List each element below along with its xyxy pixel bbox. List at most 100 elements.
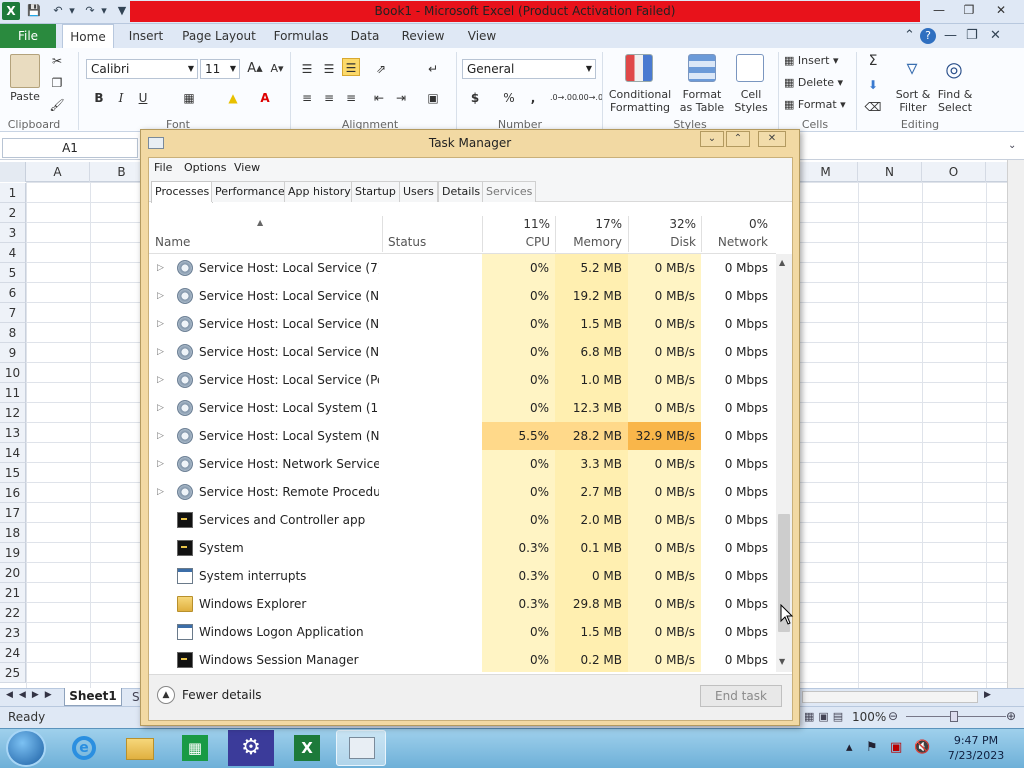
copy-icon[interactable]: ❐ <box>48 74 66 92</box>
ribbon-tab-insert[interactable]: Insert <box>122 24 170 48</box>
find-select-button[interactable]: Find & Select <box>934 88 976 114</box>
close-icon[interactable]: ✕ <box>988 1 1014 19</box>
bold-button[interactable]: B <box>90 89 108 107</box>
wb-close-icon[interactable]: ✕ <box>990 28 1001 43</box>
restore-icon[interactable]: ❐ <box>956 1 982 19</box>
taskbar-excel-icon[interactable]: X <box>282 730 332 766</box>
row-header[interactable]: 19 <box>0 543 26 563</box>
menu-options[interactable]: Options <box>184 160 226 176</box>
increase-decimal-icon[interactable]: .0→.00 <box>550 89 577 107</box>
zoom-out-icon[interactable]: ⊖ <box>888 709 898 723</box>
row-header[interactable]: 2 <box>0 203 26 223</box>
row-header[interactable]: 15 <box>0 463 26 483</box>
sheet-tab-partial[interactable]: S <box>132 690 140 704</box>
network-total[interactable]: 0% <box>702 217 768 231</box>
delete-cells-button[interactable]: ▦ Delete ▾ <box>784 76 843 89</box>
network-icon[interactable]: ▣ <box>890 740 902 755</box>
process-row[interactable]: Windows Session Manager 0% 0.2 MB 0 MB/s 0 M… <box>149 646 776 672</box>
row-header[interactable]: 5 <box>0 263 26 283</box>
process-row[interactable]: ▷ Service Host: Local System (Net... 5.5%2… <box>149 422 776 450</box>
name-box[interactable]: A1 <box>2 138 138 158</box>
orientation-icon[interactable]: ⇗ <box>372 60 390 78</box>
process-row[interactable]: ▷ Service Host: Local Service (Peer... 0%1… <box>149 366 776 394</box>
shrink-font-icon[interactable]: A▾ <box>268 60 286 78</box>
row-header[interactable]: 8 <box>0 323 26 343</box>
taskbar-ie-icon[interactable]: e <box>58 730 108 766</box>
row-header[interactable]: 4 <box>0 243 26 263</box>
column-header[interactable]: M <box>794 162 858 182</box>
row-header[interactable]: 25 <box>0 663 26 683</box>
row-header[interactable]: 13 <box>0 423 26 443</box>
expand-arrow-icon[interactable]: ▷ <box>157 310 164 338</box>
row-header[interactable]: 20 <box>0 563 26 583</box>
row-header[interactable]: 6 <box>0 283 26 303</box>
scroll-right-icon[interactable]: ▶ <box>984 690 991 700</box>
currency-button[interactable]: $ <box>466 89 484 107</box>
undo-dropdown-icon[interactable]: ▾ <box>64 3 80 19</box>
memory-total[interactable]: 17% <box>556 217 622 231</box>
tab-details[interactable]: Details <box>438 181 485 202</box>
clock[interactable]: 9:47 PM 7/23/2023 <box>946 733 1006 763</box>
decrease-indent-icon[interactable]: ⇤ <box>370 89 388 107</box>
top-align-icon[interactable]: ☰ <box>298 60 316 78</box>
ribbon-tab-view[interactable]: View <box>460 24 504 48</box>
fewer-details-icon[interactable]: ▲ <box>157 686 175 704</box>
decrease-decimal-icon[interactable]: .00→.0 <box>576 89 603 107</box>
ribbon-tab-formulas[interactable]: Formulas <box>268 24 334 48</box>
tab-services[interactable]: Services <box>482 181 537 202</box>
percent-button[interactable]: % <box>500 89 518 107</box>
zoom-slider-thumb[interactable] <box>950 711 958 722</box>
expand-formula-icon[interactable]: ⌄ <box>1008 140 1016 151</box>
col-memory[interactable]: Memory <box>556 235 622 249</box>
expand-arrow-icon[interactable]: ▷ <box>157 282 164 310</box>
excel-vertical-scrollbar[interactable] <box>1007 160 1024 688</box>
expand-arrow-icon[interactable]: ▷ <box>157 478 164 506</box>
wrap-text-icon[interactable]: ↵ <box>424 60 442 78</box>
expand-arrow-icon[interactable]: ▷ <box>157 450 164 478</box>
wb-restore-icon[interactable]: ❐ <box>966 28 978 43</box>
zoom-level[interactable]: 100% <box>852 710 886 724</box>
format-as-table-button[interactable]: Format as Table <box>674 88 730 114</box>
column-header[interactable]: O <box>922 162 986 182</box>
bottom-align-icon[interactable]: ☰ <box>342 58 360 76</box>
fewer-details-link[interactable]: Fewer details <box>182 688 262 702</box>
scroll-up-icon[interactable]: ▲ <box>779 258 785 267</box>
start-button[interactable] <box>6 729 46 767</box>
format-cells-button[interactable]: ▦ Format ▾ <box>784 98 846 111</box>
sheet-tab-sheet1[interactable]: Sheet1 <box>64 688 122 706</box>
row-header[interactable]: 18 <box>0 523 26 543</box>
increase-indent-icon[interactable]: ⇥ <box>392 89 410 107</box>
process-row[interactable]: ▷ Service Host: Local Service (No ... 0%6.… <box>149 338 776 366</box>
paste-button[interactable]: Paste <box>6 90 44 103</box>
flag-icon[interactable]: ⚑ <box>866 740 878 755</box>
conditional-formatting-button[interactable]: Conditional Formatting <box>606 88 674 114</box>
tab-processes[interactable]: Processes <box>151 181 214 203</box>
row-header[interactable]: 10 <box>0 363 26 383</box>
tm-maximize-icon[interactable]: ⌃ <box>726 131 750 147</box>
font-name-select[interactable]: Calibri ▼ <box>86 59 198 79</box>
ribbon-tab-home[interactable]: Home <box>62 24 114 48</box>
col-name[interactable]: Name <box>155 235 190 249</box>
tm-minimize-icon[interactable]: ⌄ <box>700 131 724 147</box>
expand-arrow-icon[interactable]: ▷ <box>157 338 164 366</box>
sheet-nav-icon[interactable]: ◀◀▶▶ <box>6 690 58 700</box>
italic-button[interactable]: I <box>112 89 130 107</box>
paste-icon[interactable] <box>10 54 40 88</box>
process-row[interactable]: ▷ Service Host: Local Service (Net... 0%19… <box>149 282 776 310</box>
cut-icon[interactable]: ✂ <box>48 52 66 70</box>
expand-arrow-icon[interactable]: ▷ <box>157 422 164 450</box>
process-row[interactable]: System 0.3% 0.1 MB 0 MB/s 0 Mbps <box>149 534 776 562</box>
minimize-icon[interactable]: — <box>926 1 952 19</box>
align-left-icon[interactable]: ≡ <box>298 89 316 107</box>
col-cpu[interactable]: CPU <box>484 235 550 249</box>
menu-file[interactable]: File <box>154 160 172 176</box>
process-row[interactable]: ▷ Service Host: Network Service (4) 0%3.3 … <box>149 450 776 478</box>
cell-styles-button[interactable]: Cell Styles <box>728 88 774 114</box>
tab-startup[interactable]: Startup <box>351 181 400 202</box>
column-header[interactable]: A <box>26 162 90 182</box>
show-hidden-icons[interactable]: ▴ <box>846 740 853 755</box>
format-painter-icon[interactable]: 🖌 <box>48 96 66 114</box>
number-format-select[interactable]: General ▼ <box>462 59 596 79</box>
menu-view[interactable]: View <box>234 160 260 176</box>
taskbar-store-icon[interactable]: ▦ <box>170 730 220 766</box>
